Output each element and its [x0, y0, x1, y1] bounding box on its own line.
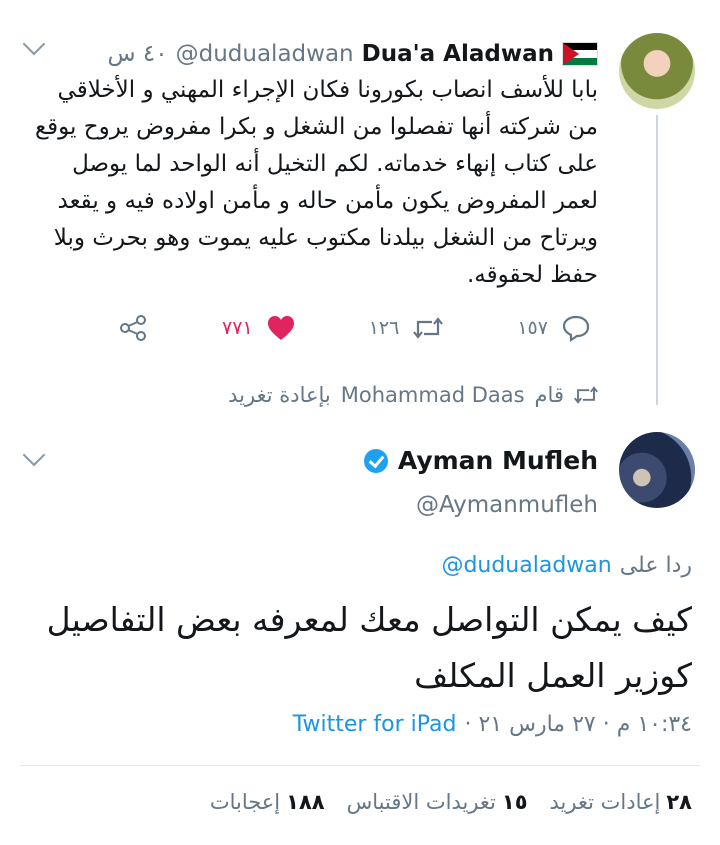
- chevron-down-icon[interactable]: [22, 32, 46, 56]
- quotes-stat[interactable]: ١٥تغريدات الاقتباس: [347, 790, 528, 814]
- retweet-icon: [574, 386, 598, 404]
- handle[interactable]: @Aymanmufleh: [416, 492, 598, 518]
- retweet-notice: بإعادة تغريد Mohammad Daas قام: [228, 383, 598, 407]
- reply-count: ١٥٧: [517, 317, 548, 339]
- timestamp: ١٠:٣٤ م · ٢٧ مارس ٢١ ·: [464, 712, 692, 737]
- retweet-count: ١٢٦: [368, 317, 400, 339]
- retweeter-name[interactable]: Mohammad Daas: [341, 383, 525, 407]
- avatar[interactable]: [619, 432, 695, 508]
- tweet-meta: Twitter for iPad ١٠:٣٤ م · ٢٧ مارس ٢١ ·: [293, 712, 692, 737]
- reply-button[interactable]: ١٥٧: [517, 314, 590, 342]
- reply-icon: [562, 315, 590, 342]
- share-icon: [120, 315, 146, 341]
- tweet-text: كيف يمكن التواصل معك لمعرفه بعض التفاصيل…: [46, 600, 692, 695]
- divider: [20, 765, 700, 766]
- palestine-flag-icon: [562, 42, 598, 66]
- thread-line: [656, 115, 658, 405]
- display-name[interactable]: Ayman Mufleh: [398, 446, 598, 475]
- display-name[interactable]: Dua'a Aladwan: [362, 41, 554, 67]
- handle[interactable]: @dudualadwan: [176, 41, 354, 67]
- like-count: ٧٧١: [222, 317, 253, 339]
- like-button[interactable]: ٧٧١: [222, 315, 295, 341]
- tweet-time[interactable]: ٤٠ س: [108, 41, 168, 67]
- heart-icon: [267, 316, 294, 340]
- share-button[interactable]: [118, 313, 148, 343]
- retweet-icon: [413, 317, 444, 339]
- chevron-down-icon[interactable]: [22, 443, 46, 467]
- avatar[interactable]: [619, 33, 695, 109]
- tweet-text: بابا للأسف انصاب بكورونا فكان الإجراء ال…: [34, 77, 598, 288]
- retweet-suffix: بإعادة تغريد: [228, 383, 331, 407]
- verified-badge-icon: [363, 448, 388, 473]
- reply-to-prefix: ردا على: [619, 553, 692, 578]
- retweets-stat[interactable]: ٢٨إعادات تغريد: [550, 790, 692, 814]
- reply-to-handle[interactable]: @dudualadwan: [441, 553, 611, 578]
- reply-to-line: @dudualadwan ردا على: [441, 553, 692, 578]
- client-link[interactable]: Twitter for iPad: [293, 712, 457, 737]
- author-name-row: Ayman Mufleh: [363, 446, 598, 475]
- tweet-header: Dua'a Aladwan @dudualadwan ٤٠ س: [60, 38, 598, 70]
- tweet-actions: ٧٧١ ١٢٦ ١٥٧: [118, 308, 590, 348]
- tweet-stats: ٢٨إعادات تغريد ١٥تغريدات الاقتباس ١٨٨إعج…: [210, 790, 692, 814]
- retweet-button[interactable]: ١٢٦: [369, 316, 444, 340]
- retweet-prefix: قام: [534, 383, 564, 407]
- likes-stat[interactable]: ١٨٨إعجابات: [210, 790, 325, 814]
